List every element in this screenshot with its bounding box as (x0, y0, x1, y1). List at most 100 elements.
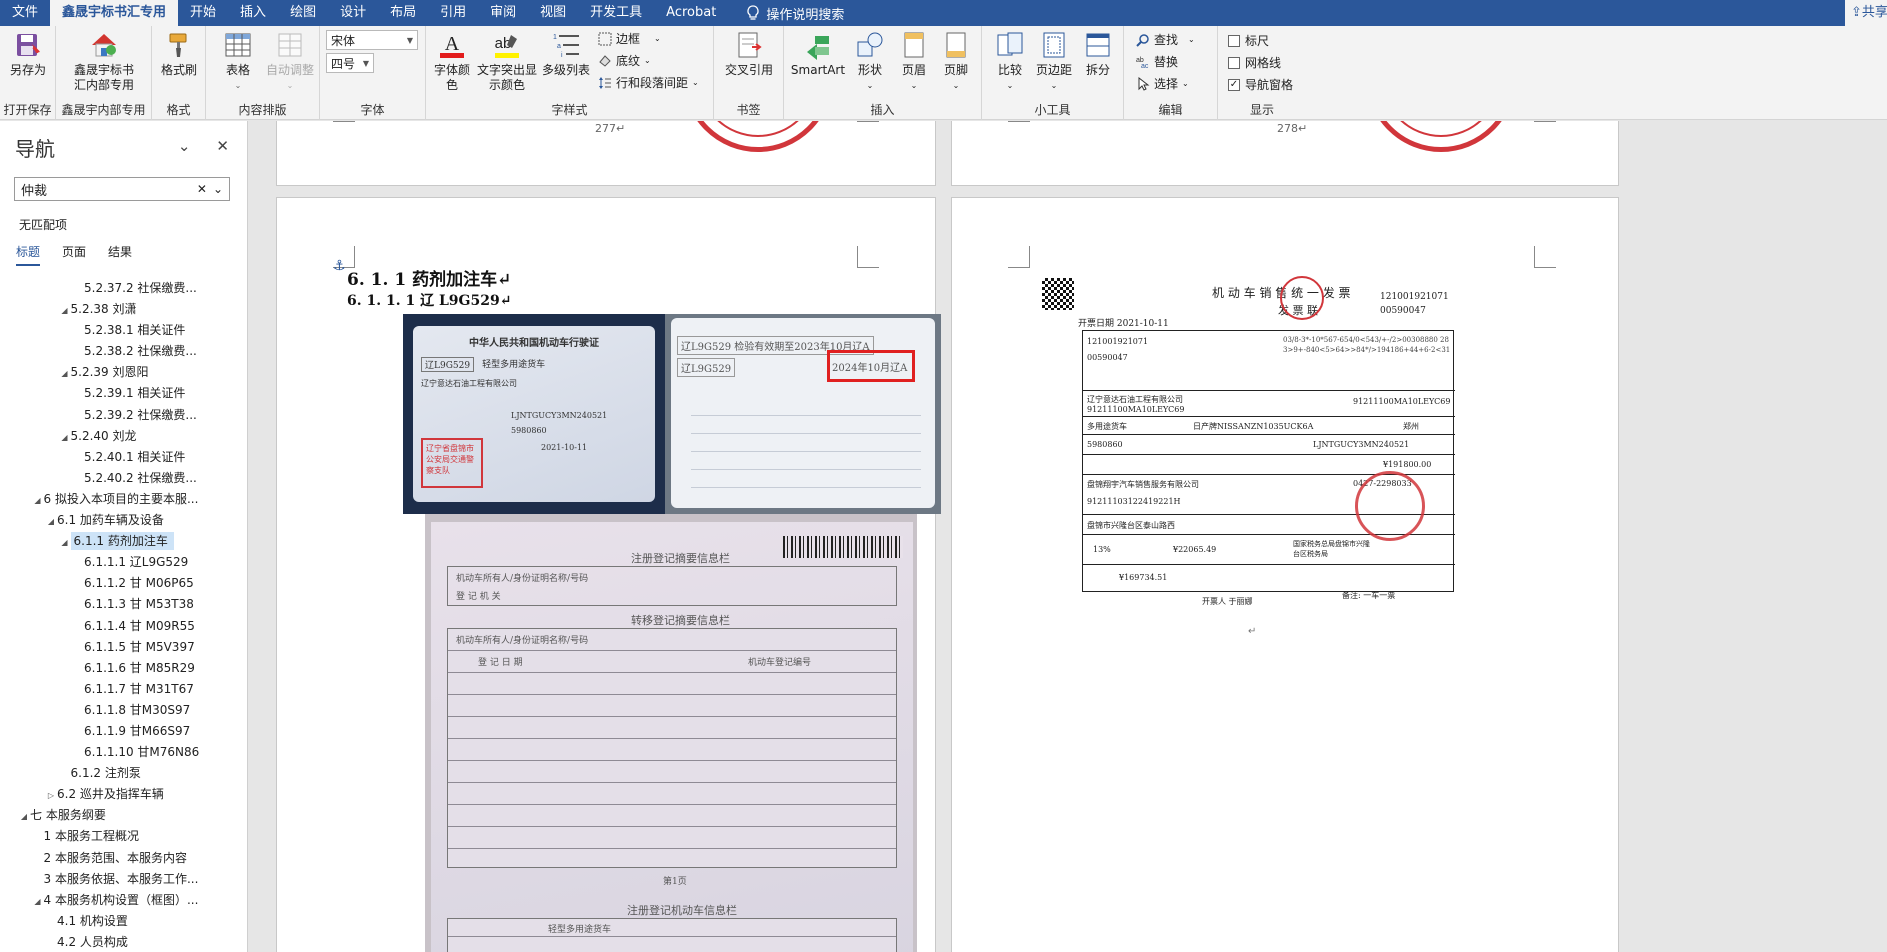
collapse-icon[interactable]: ◢ (59, 300, 71, 320)
nav-tree-item[interactable]: 6.1.1.9 甘M66S97 (0, 721, 247, 742)
nav-tree-item[interactable]: 6.1.1.5 甘 M5V397 (0, 637, 247, 658)
nav-pane-checkbox[interactable]: ✓ 导航窗格 (1228, 76, 1293, 93)
autofit-button[interactable]: 自动调整 ⌄ (262, 30, 318, 93)
clear-icon[interactable]: ✕ (197, 182, 207, 196)
menu-tab[interactable]: 插入 (228, 0, 278, 26)
nav-tree-item[interactable]: 5.2.40.2 社保缴费... (0, 468, 247, 489)
nav-tree-item[interactable]: 5.2.37.2 社保缴费... (0, 278, 247, 299)
heading-6-1-1-1[interactable]: 6. 1. 1. 1 辽 L9G529↵ (347, 290, 511, 310)
select-button[interactable]: 选择 ⌄ (1136, 75, 1189, 92)
nav-tree-label: 5.2.38.2 社保缴费... (84, 344, 197, 359)
nav-tree-item[interactable]: 3 本服务依据、本服务工作... (0, 869, 247, 890)
table-button[interactable]: 表格 ⌄ (218, 30, 258, 93)
nav-tree-item[interactable]: 1 本服务工程概况 (0, 826, 247, 847)
expand-icon[interactable]: ▷ (45, 785, 57, 805)
margins-button[interactable]: 页边距 ⌄ (1032, 30, 1076, 93)
nav-tree-item[interactable]: ◢ 5.2.39 刘恩阳 (0, 362, 247, 383)
nav-tree-item[interactable]: ◢ 6 拟投入本项目的主要本服... (0, 489, 247, 510)
nav-tree-item[interactable]: ▷ 6.2 巡井及指挥车辆 (0, 784, 247, 805)
font-color-button[interactable]: A 字体颜 色 (432, 30, 472, 93)
cipher-area: 03/8-3*-10*567-654/0<543/+-/2>00308880 2… (1283, 336, 1451, 354)
ruler-checkbox[interactable]: 标尺 (1228, 32, 1269, 49)
borders-button[interactable]: 边框 ⌄ (598, 30, 661, 47)
nav-tree-item[interactable]: ◢ 5.2.40 刘龙 (0, 426, 247, 447)
nav-tree-item[interactable]: 5.2.38.2 社保缴费... (0, 341, 247, 362)
font-size-select[interactable]: 四号 ▼ (326, 53, 374, 73)
xsy-button[interactable]: 鑫晟宇标书 汇内部专用 (62, 30, 146, 93)
nav-tree-item[interactable]: 5.2.39.1 相关证件 (0, 383, 247, 404)
menu-tab[interactable]: 视图 (528, 0, 578, 26)
cross-reference-button[interactable]: 交叉引用 (720, 30, 778, 78)
nav-tree-item[interactable]: ◢ 七 本服务纲要 (0, 805, 247, 826)
share-button[interactable]: ⇪共享 (1845, 0, 1887, 26)
nav-tree-item[interactable]: 6.1.1.10 甘M76N86 (0, 742, 247, 763)
line-spacing-button[interactable]: 行和段落间距 ⌄ (598, 74, 699, 91)
menu-tab[interactable]: 开始 (178, 0, 228, 26)
nav-tree-item[interactable]: 4.1 机构设置 (0, 911, 247, 932)
shading-button[interactable]: 底纹 ⌄ (598, 52, 651, 69)
menu-tab[interactable]: 开发工具 (578, 0, 654, 26)
nav-tree-item[interactable]: 4.2 人员构成 (0, 932, 247, 952)
nav-search-input[interactable]: 仲裁 ✕ ⌄ (14, 177, 230, 201)
nav-tree-item[interactable]: 6.1.1.1 辽L9G529 (0, 552, 247, 573)
menu-tab[interactable]: 绘图 (278, 0, 328, 26)
header-button[interactable]: 页眉 ⌄ (894, 30, 934, 93)
menu-tab[interactable]: 审阅 (478, 0, 528, 26)
collapse-icon[interactable]: ◢ (32, 490, 44, 510)
menu-tab[interactable]: 文件 (0, 0, 50, 26)
menu-tab[interactable]: 布局 (378, 0, 428, 26)
collapse-icon[interactable]: ◢ (45, 511, 57, 531)
nav-tab[interactable]: 页面 (62, 243, 86, 266)
nav-tree-item[interactable]: 6.1.1.2 甘 M06P65 (0, 573, 247, 594)
nav-tree-item[interactable]: 5.2.38.1 相关证件 (0, 320, 247, 341)
collapse-icon[interactable]: ◢ (32, 891, 44, 911)
collapse-icon[interactable]: ◢ (18, 806, 30, 826)
nav-tree-item[interactable]: ◢ 4 本服务机构设置（框图）... (0, 890, 247, 911)
shapes-button[interactable]: 形状 ⌄ (850, 30, 890, 93)
collapse-icon[interactable]: ◢ (59, 532, 71, 552)
nav-tab[interactable]: 结果 (108, 243, 132, 266)
nav-tree-item[interactable]: ◢ 5.2.38 刘潇 (0, 299, 247, 320)
font-name-select[interactable]: 宋体 ▼ (326, 30, 418, 50)
multilevel-list-button[interactable]: 1 a i 多级列表 (540, 30, 592, 78)
document-area: 277↵ 278↵ ⚓ 6. 1. 1 药剂加注车↵ 6. 1. 1. 1 辽 … (249, 121, 1887, 952)
nav-tree-item[interactable]: ◢ 6.1 加药车辆及设备 (0, 510, 247, 531)
nav-tree-item[interactable]: 2 本服务范围、本服务内容 (0, 848, 247, 869)
nav-tree-item[interactable]: 6.1.2 注剂泵 (0, 763, 247, 784)
group-show: 标尺 网格线 ✓ 导航窗格 显示 (1218, 26, 1306, 120)
menu-tab[interactable]: 引用 (428, 0, 478, 26)
menu-tab[interactable]: 鑫晟宇标书汇专用 (50, 0, 179, 26)
nav-tree-item[interactable]: ◢ 6.1.1 药剂加注车 (0, 531, 247, 552)
smartart-button[interactable]: SmartArt (790, 30, 846, 78)
chevron-down-icon[interactable]: ⌄ (213, 182, 223, 196)
nav-tree-item[interactable]: 5.2.39.2 社保缴费... (0, 405, 247, 426)
chevron-down-icon[interactable]: ⌄ (178, 137, 191, 155)
tax-amount: ¥22065.49 (1173, 545, 1217, 554)
gridlines-checkbox[interactable]: 网格线 (1228, 54, 1281, 71)
heading-6-1-1[interactable]: 6. 1. 1 药剂加注车↵ (347, 265, 511, 290)
footer-button[interactable]: 页脚 ⌄ (936, 30, 976, 93)
nav-tree-item[interactable]: 6.1.1.3 甘 M53T38 (0, 594, 247, 615)
collapse-icon[interactable]: ◢ (59, 363, 71, 383)
menu-tab[interactable]: Acrobat (654, 0, 728, 26)
engine-number: 5980860 (1087, 440, 1123, 449)
nav-title-buttons: ⌄ ✕ (178, 137, 229, 155)
font-color-label: 字体颜 色 (433, 63, 470, 92)
nav-tab[interactable]: 标题 (16, 243, 41, 266)
menu-tab[interactable]: 设计 (328, 0, 378, 26)
compare-button[interactable]: 比较 ⌄ (990, 30, 1030, 93)
highlight-button[interactable]: ab 文字突出显 示颜色 (476, 30, 538, 93)
collapse-icon[interactable]: ◢ (59, 427, 71, 447)
nav-tree-item[interactable]: 5.2.40.1 相关证件 (0, 447, 247, 468)
save-as-button[interactable]: 另存为 (8, 30, 48, 78)
nav-tree-item[interactable]: 6.1.1.6 甘 M85R29 (0, 658, 247, 679)
nav-tree-item[interactable]: 6.1.1.4 甘 M09R55 (0, 616, 247, 637)
close-icon[interactable]: ✕ (216, 137, 229, 155)
find-button[interactable]: 查找 ⌄ (1136, 31, 1195, 48)
split-button[interactable]: 拆分 (1078, 30, 1118, 78)
format-painter-button[interactable]: 格式刷 (157, 30, 201, 78)
nav-tree-item[interactable]: 6.1.1.7 甘 M31T67 (0, 679, 247, 700)
tell-me-search[interactable]: 操作说明搜索 (746, 0, 844, 26)
nav-tree-item[interactable]: 6.1.1.8 甘M30S97 (0, 700, 247, 721)
replace-button[interactable]: ab ac 替换 (1136, 53, 1178, 70)
